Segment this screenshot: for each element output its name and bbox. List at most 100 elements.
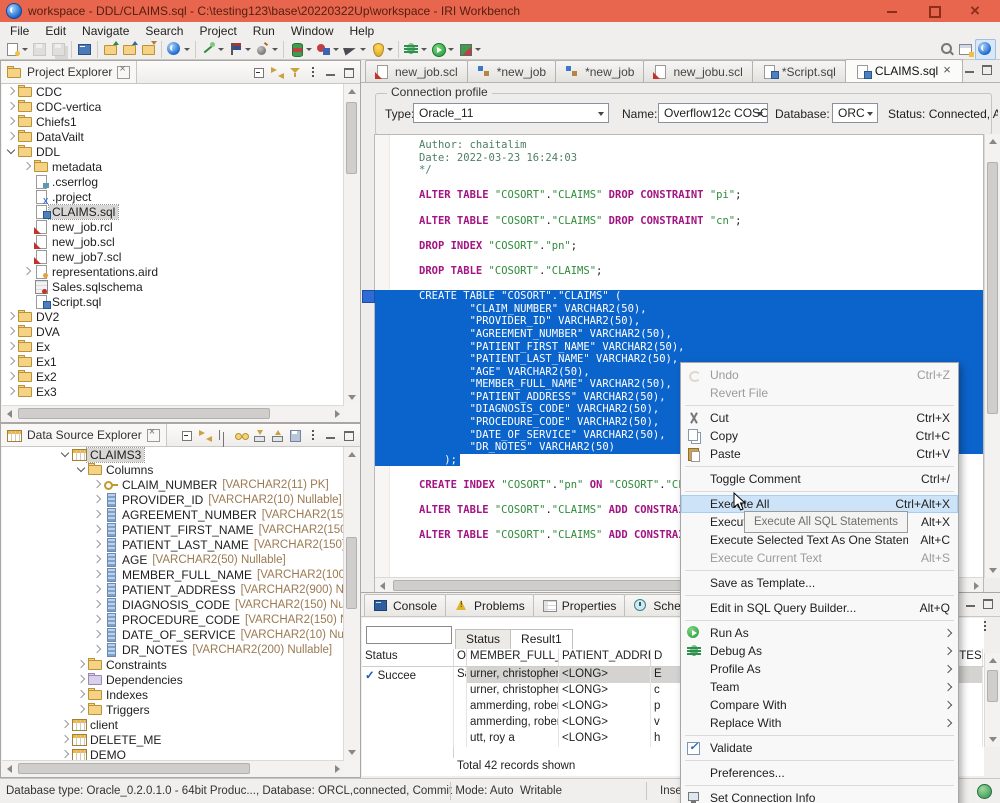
tree-item-new-job-rcl[interactable]: new_job.rcl [2, 219, 344, 234]
hierarchy-icon[interactable] [215, 428, 232, 443]
menu-file[interactable]: File [2, 23, 37, 39]
code-line-3[interactable]: */ [419, 164, 983, 177]
minimize-icon[interactable] [963, 596, 980, 611]
tree-item-datavailt[interactable]: DataVailt [2, 129, 344, 144]
scroll-right-icon[interactable] [329, 406, 344, 421]
expander-icon[interactable] [90, 552, 104, 567]
menu-item-save-as-template[interactable]: Save as Template... [681, 574, 958, 592]
scroll-left-icon[interactable] [2, 406, 17, 421]
scroll-up-icon[interactable] [344, 447, 359, 462]
menu-search[interactable]: Search [137, 23, 191, 39]
editor-tab-claims-sql[interactable]: CLAIMS.sql [845, 59, 963, 82]
expander-icon[interactable] [90, 507, 104, 522]
tree-item-age[interactable]: AGE[VARCHAR2(50) Nullable] [2, 552, 344, 567]
tree-item-diagnosis-code[interactable]: DIAGNOSIS_CODE[VARCHAR2(150) Nullable] [2, 597, 344, 612]
iri-workbench-button[interactable] [165, 40, 192, 59]
import-config-icon[interactable] [251, 428, 268, 443]
scroll-down-icon[interactable] [985, 563, 1000, 578]
expander-icon[interactable] [74, 657, 88, 672]
folder-export-button[interactable] [139, 40, 158, 59]
tree-item-metadata[interactable]: metadata [2, 159, 344, 174]
maximize-icon[interactable] [341, 428, 358, 443]
tree-item-provider-id[interactable]: PROVIDER_ID[VARCHAR2(10) Nullable] [2, 492, 344, 507]
expander-icon[interactable] [90, 492, 104, 507]
save-button[interactable] [30, 40, 49, 59]
scroll-thumb[interactable] [393, 580, 695, 591]
column-header-patient-address[interactable]: PATIENT_ADDRESS [559, 649, 651, 666]
code-line-8[interactable] [419, 227, 983, 240]
results-filter-input[interactable] [366, 626, 452, 644]
tree-item-columns[interactable]: Columns [2, 462, 344, 477]
minimize-icon[interactable] [962, 62, 979, 77]
tree-item-script-sql[interactable]: Script.sql [2, 294, 344, 309]
database-combo[interactable]: ORC [832, 103, 878, 123]
expander-icon[interactable] [58, 447, 72, 462]
project-explorer-hscrollbar[interactable] [2, 405, 344, 421]
code-line-1[interactable]: Author: chaitalim [419, 139, 983, 152]
tree-item-ex[interactable]: Ex [2, 339, 344, 354]
dropdown-arrow-icon[interactable] [360, 48, 366, 51]
code-line-2[interactable]: Date: 2022-03-23 16:24:03 [419, 152, 983, 165]
expander-icon[interactable] [74, 687, 88, 702]
dart-wizard-button[interactable] [341, 40, 368, 59]
tree-item-cdc[interactable]: CDC [2, 84, 344, 99]
menu-help[interactable]: Help [342, 23, 383, 39]
dropdown-arrow-icon[interactable] [421, 48, 427, 51]
tab-close-icon[interactable] [117, 66, 130, 79]
expander-icon[interactable] [90, 582, 104, 597]
folder-import-button[interactable] [101, 40, 120, 59]
minimize-icon[interactable] [323, 428, 340, 443]
expander-icon[interactable] [4, 309, 18, 324]
tree-item-patient-last-name[interactable]: PATIENT_LAST_NAME[VARCHAR2(150) Nullable… [2, 537, 344, 552]
iri-perspective-button[interactable] [975, 39, 996, 60]
tree-item-member-full-name[interactable]: MEMBER_FULL_NAME[VARCHAR2(100) Nullable] [2, 567, 344, 582]
expander-icon[interactable] [4, 129, 18, 144]
expander-icon[interactable] [74, 462, 88, 477]
code-line-15[interactable]: "PROVIDER_ID" VARCHAR2(50), [375, 315, 983, 328]
view-menu-icon[interactable] [305, 65, 322, 80]
scroll-left-icon[interactable] [375, 578, 390, 593]
dropdown-arrow-icon[interactable] [333, 48, 339, 51]
tree-item-new-job7-scl[interactable]: new_job7.scl [2, 249, 344, 264]
tree-item-new-job-scl[interactable]: new_job.scl [2, 234, 344, 249]
code-line-5[interactable]: ALTER TABLE "COSORT"."CLAIMS" DROP CONST… [419, 189, 983, 202]
console-view-button[interactable] [75, 40, 94, 59]
tab-close-icon[interactable] [147, 429, 160, 442]
menu-item-paste[interactable]: PasteCtrl+V [681, 445, 958, 463]
window-maximize-icon[interactable] [928, 5, 940, 17]
tree-item-demo[interactable]: DEMO [2, 747, 344, 760]
code-line-4[interactable] [419, 177, 983, 190]
tree-item-ex1[interactable]: Ex1 [2, 354, 344, 369]
scroll-thumb[interactable] [346, 102, 357, 174]
tree-item-ex2[interactable]: Ex2 [2, 369, 344, 384]
save-all-button[interactable] [49, 40, 68, 59]
tree-item-chiefs1[interactable]: Chiefs1 [2, 114, 344, 129]
code-line-11[interactable]: DROP TABLE "COSORT"."CLAIMS"; [419, 265, 983, 278]
expander-icon[interactable] [90, 537, 104, 552]
scroll-thumb[interactable] [18, 763, 250, 774]
expander-icon[interactable] [4, 84, 18, 99]
expander-icon[interactable] [90, 567, 104, 582]
scroll-up-icon[interactable] [344, 84, 359, 99]
code-line-13[interactable]: CREATE TABLE "COSORT"."CLAIMS" ( [375, 290, 983, 303]
debug-button[interactable] [402, 40, 429, 59]
shield-wizard-button[interactable] [368, 40, 395, 59]
maximize-icon[interactable] [980, 596, 997, 611]
dropdown-arrow-icon[interactable] [218, 48, 224, 51]
view-menu-icon[interactable] [305, 428, 322, 443]
dropdown-arrow-icon[interactable] [475, 48, 481, 51]
scroll-down-icon[interactable] [344, 390, 359, 405]
tree-item-cserrlog[interactable]: .cserrlog [2, 174, 344, 189]
dropdown-arrow-icon[interactable] [184, 48, 190, 51]
menu-item-validate[interactable]: Validate [681, 739, 958, 757]
expander-icon[interactable] [20, 159, 34, 174]
menu-navigate[interactable]: Navigate [74, 23, 137, 39]
tree-item-claim-number[interactable]: CLAIM_NUMBER[VARCHAR2(11) PK] [2, 477, 344, 492]
view-tab-properties[interactable]: Properties [533, 594, 626, 616]
scroll-up-icon[interactable] [985, 134, 1000, 149]
view-tab-problems[interactable]: Problems [445, 594, 534, 616]
tree-item-procedure-code[interactable]: PROCEDURE_CODE[VARCHAR2(150) Nullable] [2, 612, 344, 627]
dropdown-arrow-icon[interactable] [306, 48, 312, 51]
save-icon[interactable] [287, 428, 304, 443]
menu-item-profile-as[interactable]: Profile As [681, 660, 958, 678]
